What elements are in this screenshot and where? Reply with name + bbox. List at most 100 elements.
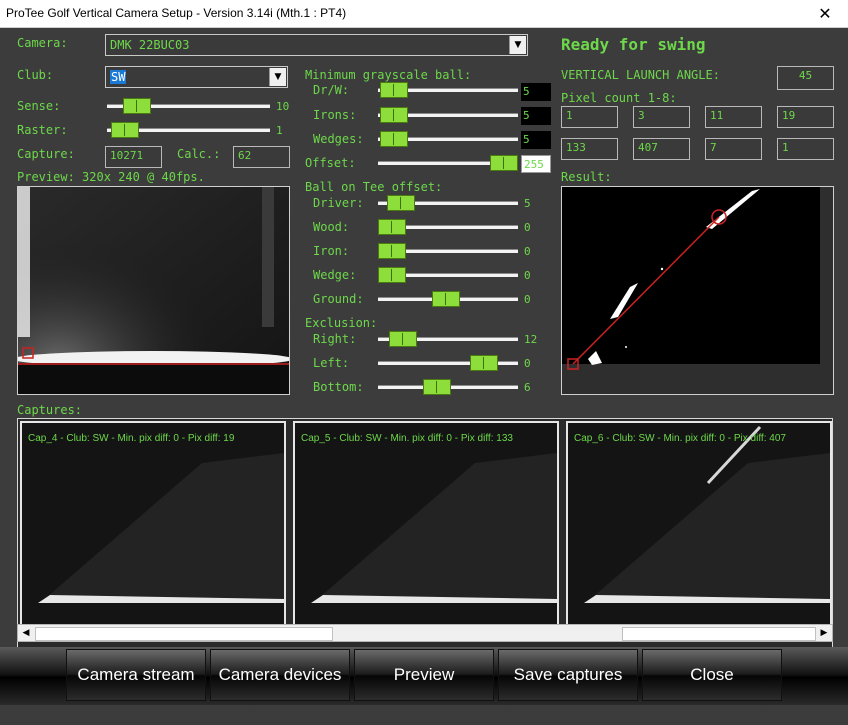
capture-thumbnail-1[interactable]: Cap_4 - Club: SW - Min. pix diff: 0 - Pi…: [20, 421, 286, 626]
pixel-count-4: 19: [777, 106, 834, 128]
camera-label: Camera:: [17, 36, 68, 50]
pixel-count-label: Pixel count 1-8:: [561, 91, 677, 105]
grayscale-irons-value: 5: [521, 107, 551, 125]
scrollbar-track-segment[interactable]: [35, 627, 333, 641]
capture-caption-1: Cap_4 - Club: SW - Min. pix diff: 0 - Pi…: [28, 433, 235, 444]
scrollbar-track-segment[interactable]: [622, 627, 816, 641]
pixel-count-1: 1: [561, 106, 618, 128]
result-label: Result:: [561, 170, 612, 184]
grayscale-label-wedges: Wedges:: [313, 132, 364, 146]
grayscale-irons-thumb[interactable]: [380, 107, 409, 123]
sense-slider-thumb[interactable]: [123, 98, 152, 114]
grayscale-drw-thumb[interactable]: [380, 82, 409, 98]
exclusion-slider-thumb-0[interactable]: [389, 331, 418, 347]
camera-stream-button[interactable]: Camera stream: [66, 649, 206, 701]
exclusion-value-1: 0: [524, 357, 531, 370]
close-button[interactable]: Close: [642, 649, 782, 701]
preview-label: Preview: 320x 240 @ 40fps.: [17, 170, 205, 184]
grayscale-label-drw: Dr/W:: [313, 83, 350, 97]
scroll-right-icon[interactable]: ▶: [816, 625, 832, 641]
tee-slider-thumb-4[interactable]: [431, 291, 460, 307]
capture-field[interactable]: 10271: [105, 146, 162, 168]
preview-image: [17, 186, 290, 395]
tee-slider-thumb-2[interactable]: [378, 243, 406, 259]
pixel-count-3: 11: [705, 106, 762, 128]
pixel-count-7: 7: [705, 138, 762, 160]
camera-select-value: DMK 22BUC03: [110, 38, 190, 52]
window-title: ProTee Golf Vertical Camera Setup - Vers…: [6, 6, 347, 20]
tee-label-3: Wedge:: [313, 268, 357, 282]
status-text: Ready for swing: [561, 35, 706, 54]
tee-label-2: Iron:: [313, 244, 350, 258]
title-bar: ProTee Golf Vertical Camera Setup - Vers…: [0, 0, 848, 28]
capture-graphic-2: [311, 453, 557, 603]
tee-value-2: 0: [524, 245, 531, 258]
launch-angle-label: VERTICAL LAUNCH ANGLE:: [561, 68, 720, 82]
exclusion-value-2: 6: [524, 381, 531, 394]
sense-value: 10: [276, 100, 290, 113]
exclusion-label-1: Left:: [313, 356, 350, 370]
status-strip: [0, 705, 848, 725]
sense-label: Sense:: [17, 99, 61, 113]
button-bar: Camera stream Camera devices Preview Sav…: [0, 647, 848, 705]
exclusion-label-2: Bottom:: [313, 380, 364, 394]
grayscale-wedges-thumb[interactable]: [380, 131, 409, 147]
tee-label-1: Wood:: [313, 220, 350, 234]
save-captures-button[interactable]: Save captures: [498, 649, 638, 701]
exclusion-title: Exclusion:: [305, 316, 378, 330]
pixel-count-6: 407: [633, 138, 690, 160]
calc-label: Calc.:: [177, 147, 221, 161]
capture-graphic-1: [38, 453, 284, 603]
grayscale-offset-value: 255: [521, 155, 551, 173]
calc-field[interactable]: 62: [233, 146, 290, 168]
tee-value-1: 0: [524, 221, 531, 234]
scroll-left-icon[interactable]: ◀: [18, 625, 34, 641]
capture-graphic-3: [584, 425, 830, 603]
captures-label: Captures:: [17, 403, 83, 417]
chevron-down-icon[interactable]: ▼: [269, 68, 286, 86]
raster-label: Raster:: [17, 123, 68, 137]
tee-slider-thumb-0[interactable]: [386, 195, 415, 211]
chevron-down-icon[interactable]: ▼: [509, 36, 526, 54]
grayscale-label-irons: Irons:: [313, 108, 357, 122]
pixel-count-8: 1: [777, 138, 834, 160]
tee-label-0: Driver:: [313, 196, 364, 210]
capture-thumbnail-2[interactable]: Cap_5 - Club: SW - Min. pix diff: 0 - Pi…: [293, 421, 559, 626]
capture-caption-3: Cap_6 - Club: SW - Min. pix diff: 0 - Pi…: [574, 433, 786, 444]
main-window: Camera: DMK 22BUC03 ▼ Club: SW ▼ Sense: …: [0, 28, 848, 725]
tee-title: Ball on Tee offset:: [305, 180, 443, 194]
tee-slider-thumb-3[interactable]: [378, 267, 406, 283]
captures-panel: Cap_4 - Club: SW - Min. pix diff: 0 - Pi…: [17, 418, 833, 655]
capture-label: Capture:: [17, 147, 75, 161]
exclusion-value-0: 12: [524, 333, 538, 346]
result-graphic: [562, 187, 820, 370]
pixel-count-2: 3: [633, 106, 690, 128]
grayscale-offset-thumb[interactable]: [490, 155, 518, 171]
pixel-count-5: 133: [561, 138, 618, 160]
exclusion-label-0: Right:: [313, 332, 357, 346]
grayscale-title: Minimum grayscale ball:: [305, 68, 472, 82]
tee-value-4: 0: [524, 293, 531, 306]
launch-angle-field[interactable]: 45: [777, 66, 834, 90]
capture-thumbnail-3[interactable]: Cap_6 - Club: SW - Min. pix diff: 0 - Pi…: [566, 421, 832, 626]
club-select[interactable]: SW ▼: [105, 66, 288, 88]
raster-slider-thumb[interactable]: [111, 122, 140, 138]
grayscale-wedges-value: 5: [521, 131, 551, 149]
camera-devices-button[interactable]: Camera devices: [210, 649, 350, 701]
grayscale-drw-value: 5: [521, 83, 551, 101]
result-image: [561, 186, 834, 395]
tee-value-3: 0: [524, 269, 531, 282]
exclusion-slider-thumb-2[interactable]: [422, 379, 451, 395]
window-close-icon[interactable]: ✕: [802, 0, 848, 27]
preview-button[interactable]: Preview: [354, 649, 494, 701]
capture-caption-2: Cap_5 - Club: SW - Min. pix diff: 0 - Pi…: [301, 433, 513, 444]
tee-slider-thumb-1[interactable]: [378, 219, 406, 235]
club-select-value: SW: [110, 70, 127, 84]
grayscale-label-offset: Offset:: [305, 156, 356, 170]
raster-value: 1: [276, 124, 283, 137]
preview-graphic: [18, 187, 289, 394]
camera-select[interactable]: DMK 22BUC03 ▼: [105, 34, 528, 56]
club-label: Club:: [17, 68, 54, 82]
exclusion-slider-thumb-1[interactable]: [469, 355, 498, 371]
captures-scrollbar[interactable]: ◀ ▶: [17, 624, 833, 642]
